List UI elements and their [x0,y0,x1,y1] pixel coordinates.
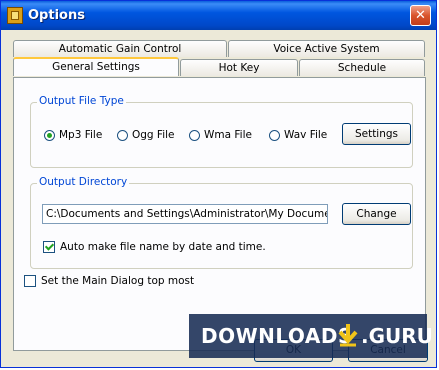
watermark-text: DOWNLOADS [201,324,353,348]
radio-wav[interactable]: Wav File [269,129,327,141]
top-most-label: Set the Main Dialog top most [41,275,195,287]
settings-button[interactable]: Settings [342,123,411,145]
watermark-suffix: .GURU [361,324,433,348]
output-file-type-label: Output File Type [37,95,126,107]
radio-wav-label: Wav File [284,129,328,141]
window-title: Options [28,8,85,23]
radio-wma[interactable]: Wma File [189,129,252,141]
tab-schedule[interactable]: Schedule [299,59,425,76]
title-bar[interactable]: Options ✕ [1,1,436,30]
radio-ogg-indicator[interactable] [117,129,128,141]
tab-automatic-gain-control[interactable]: Automatic Gain Control [13,40,227,57]
auto-name-check-indicator[interactable] [43,241,55,253]
close-button[interactable]: ✕ [410,5,431,26]
radio-ogg-label: Ogg File [132,129,175,141]
download-arrow-icon [338,324,358,347]
auto-name-checkbox[interactable]: Auto make file name by date and time. [43,241,266,253]
output-directory-group: Output Directory C:\Documents and Settin… [30,176,413,269]
radio-mp3-indicator[interactable] [44,129,55,141]
change-button[interactable]: Change [342,203,411,225]
top-most-checkbox[interactable]: Set the Main Dialog top most [24,275,194,287]
radio-ogg[interactable]: Ogg File [117,129,175,141]
top-most-check-indicator[interactable] [24,275,36,287]
radio-mp3[interactable]: Mp3 File [44,129,102,141]
general-settings-panel: Output File Type Mp3 File Ogg File Wma F… [13,77,426,351]
radio-mp3-label: Mp3 File [59,129,103,141]
radio-wma-label: Wma File [204,129,252,141]
radio-wav-indicator[interactable] [269,129,280,141]
watermark-banner: DOWNLOADS .GURU [189,314,433,358]
tab-general-settings[interactable]: General Settings [13,57,179,76]
output-directory-label: Output Directory [37,176,130,188]
tab-voice-active-system[interactable]: Voice Active System [228,40,425,57]
options-window: Options ✕ Automatic Gain Control Voice A… [0,0,437,368]
radio-wma-indicator[interactable] [189,129,200,141]
auto-name-label: Auto make file name by date and time. [60,241,266,253]
tab-hot-key[interactable]: Hot Key [180,59,298,76]
app-icon [7,7,23,24]
output-directory-input[interactable]: C:\Documents and Settings\Administrator\… [42,204,328,224]
output-file-type-group: Output File Type Mp3 File Ogg File Wma F… [30,95,413,168]
